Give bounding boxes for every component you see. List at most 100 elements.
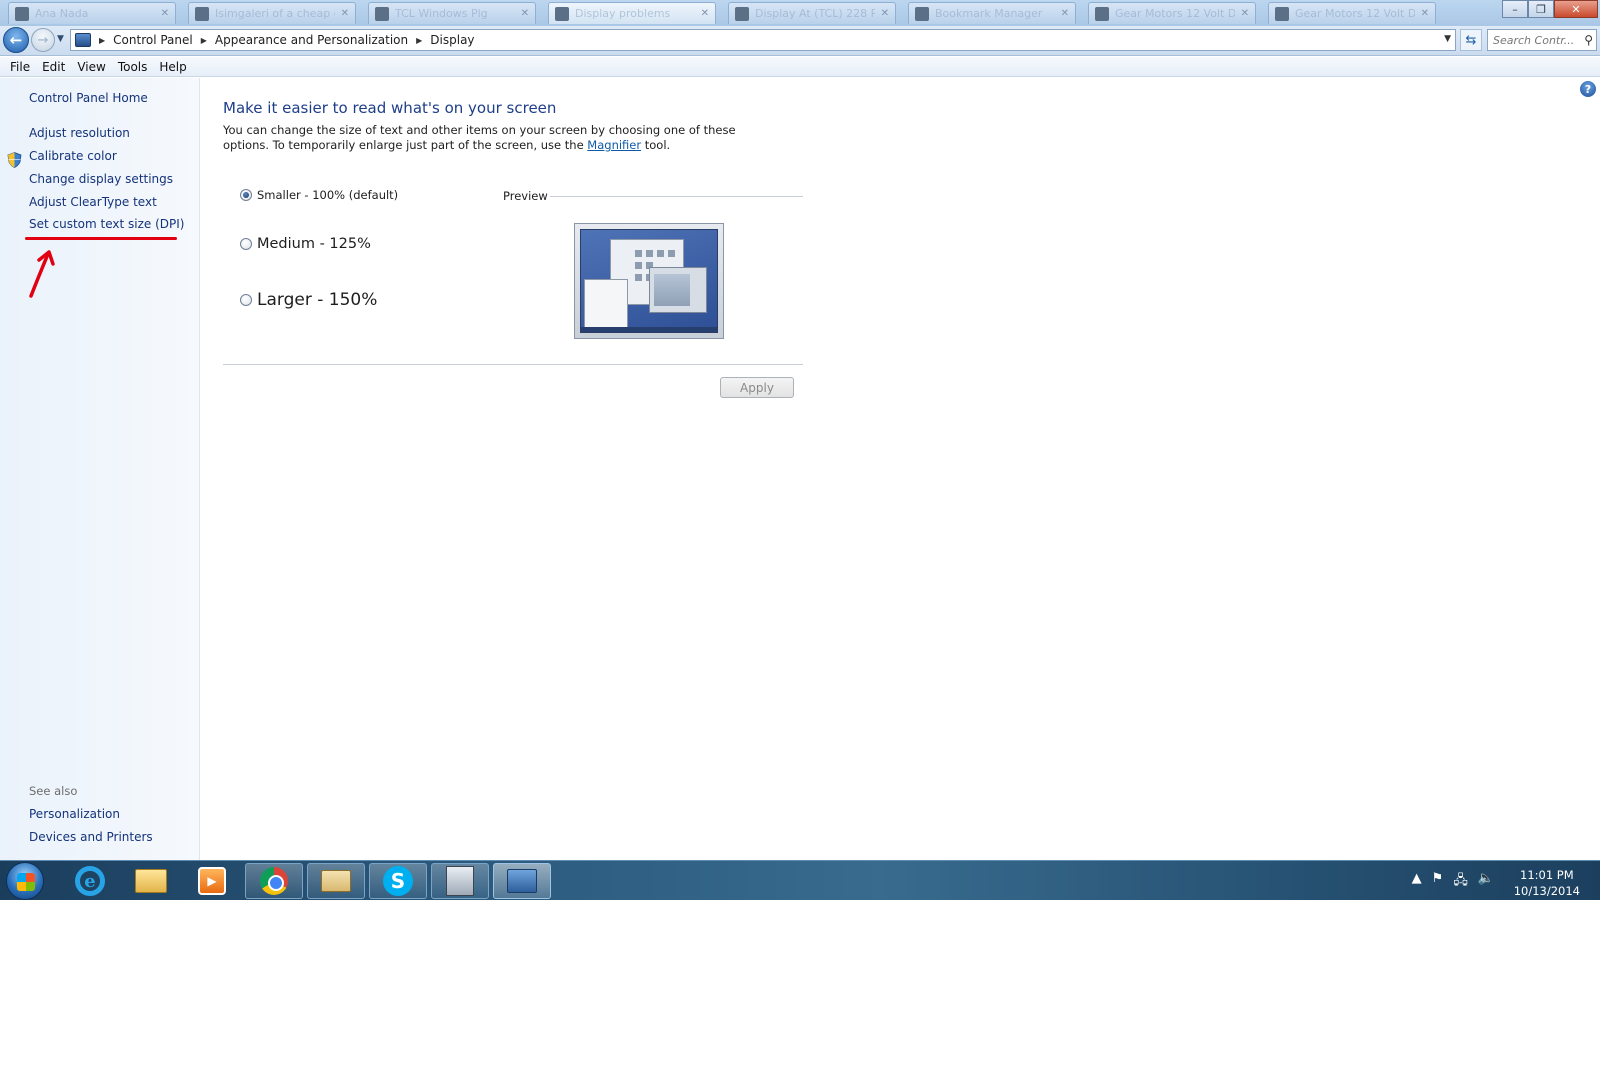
taskbar-skype[interactable]: S <box>369 863 427 899</box>
page-description: You can change the size of text and othe… <box>223 123 783 153</box>
medium-radio[interactable] <box>240 238 252 250</box>
clock-time: 11:01 PM <box>1520 868 1574 882</box>
uac-shield-icon <box>7 152 22 168</box>
menu-file[interactable]: File <box>4 60 36 74</box>
taskbar-explorer[interactable] <box>307 863 365 899</box>
search-input[interactable]: Search Contr... ⚲ <box>1487 29 1597 51</box>
tab-label: Gear Motors 12 Volt Dc <box>1295 7 1415 20</box>
option-label: Larger - 150% <box>257 290 378 310</box>
apply-button[interactable]: Apply <box>720 377 794 398</box>
taskbar-media-player[interactable]: ▶ <box>183 863 241 899</box>
adjust-resolution-link[interactable]: Adjust resolution <box>29 126 130 140</box>
breadcrumb-arrow-icon[interactable]: ▶ <box>416 36 422 45</box>
search-icon[interactable]: ⚲ <box>1584 33 1593 47</box>
refresh-button[interactable]: ⇆ <box>1460 29 1482 51</box>
menu-tools[interactable]: Tools <box>112 60 154 74</box>
tab-close-icon[interactable]: ✕ <box>161 8 169 19</box>
volume-icon[interactable]: 🔈 <box>1478 871 1494 893</box>
tab-close-icon[interactable]: ✕ <box>1061 8 1069 19</box>
tab-label: Display At (TCL) 228 P <box>755 7 875 20</box>
calibrate-color-link[interactable]: Calibrate color <box>29 149 117 163</box>
personalization-link[interactable]: Personalization <box>29 807 120 821</box>
page-favicon-icon <box>1095 6 1109 21</box>
tab-8[interactable]: Gear Motors 12 Volt Dc ✕ <box>1268 2 1436 24</box>
tab-close-icon[interactable]: ✕ <box>341 8 349 19</box>
media-player-icon: ▶ <box>198 867 226 895</box>
taskbar-internet-explorer[interactable]: e <box>61 863 119 899</box>
tab-close-icon[interactable]: ✕ <box>1421 8 1429 19</box>
tab-close-icon[interactable]: ✕ <box>521 8 529 19</box>
smaller-radio[interactable] <box>240 189 252 201</box>
taskbar-setup[interactable] <box>431 863 489 899</box>
close-button[interactable]: ✕ <box>1554 0 1598 18</box>
page-favicon-icon <box>735 6 749 21</box>
minimize-button[interactable]: – <box>1502 0 1528 18</box>
preview-screen <box>580 229 718 333</box>
taskbar-libraries[interactable] <box>122 863 180 899</box>
breadcrumb-arrow-icon[interactable]: ▶ <box>201 36 207 45</box>
start-button[interactable] <box>6 862 44 900</box>
tab-close-icon[interactable]: ✕ <box>881 8 889 19</box>
control-panel-home-link[interactable]: Control Panel Home <box>29 91 148 105</box>
larger-radio[interactable] <box>240 294 252 306</box>
control-panel-icon <box>75 33 91 47</box>
tab-close-icon[interactable]: ✕ <box>701 8 709 19</box>
network-icon[interactable]: 🖧 <box>1453 871 1468 893</box>
option-label: Smaller - 100% (default) <box>257 188 399 202</box>
windows-logo-icon <box>17 873 35 891</box>
breadcrumb-appearance[interactable]: Appearance and Personalization <box>215 33 408 47</box>
menu-help[interactable]: Help <box>153 60 192 74</box>
forward-button[interactable]: → <box>31 28 55 52</box>
magnifier-link[interactable]: Magnifier <box>587 138 641 152</box>
help-icon[interactable]: ? <box>1580 81 1596 97</box>
option-label: Medium - 125% <box>257 236 371 252</box>
tab-6[interactable]: Bookmark Manager ✕ <box>908 2 1076 24</box>
preview-window <box>649 267 707 313</box>
tab-7[interactable]: Gear Motors 12 Volt Dc ✕ <box>1088 2 1256 24</box>
tab-3[interactable]: TCL Windows Plg ✕ <box>368 2 536 24</box>
menu-edit[interactable]: Edit <box>36 60 71 74</box>
browser-tab-strip: Ana Nada ✕ Isimgaleri of a cheap da ✕ TC… <box>0 0 1600 26</box>
clock-date: 10/13/2014 <box>1513 884 1580 898</box>
page-favicon-icon <box>375 6 389 21</box>
tab-1[interactable]: Ana Nada ✕ <box>8 2 176 24</box>
breadcrumb-display[interactable]: Display <box>430 33 474 47</box>
menu-bar: File Edit View Tools Help <box>0 57 1600 77</box>
action-center-flag-icon[interactable]: ⚑ <box>1432 871 1444 893</box>
folder-icon <box>135 869 167 893</box>
show-hidden-icons-icon[interactable]: ▲ <box>1412 871 1422 893</box>
skype-icon: S <box>383 866 413 896</box>
setup-icon <box>446 866 474 896</box>
address-dropdown-icon[interactable]: ▼ <box>1444 34 1451 44</box>
control-panel-icon <box>507 869 537 893</box>
address-bar[interactable]: ▶ Control Panel ▶ Appearance and Persona… <box>70 29 1456 51</box>
option-larger[interactable]: Larger - 150% <box>240 290 377 310</box>
system-clock[interactable]: 11:01 PM 10/13/2014 <box>1514 867 1580 899</box>
tab-5[interactable]: Display At (TCL) 228 P ✕ <box>728 2 896 24</box>
maximize-button[interactable]: ❐ <box>1528 0 1554 18</box>
taskbar-control-panel[interactable] <box>493 863 551 899</box>
breadcrumb-arrow-icon[interactable]: ▶ <box>99 36 105 45</box>
page-favicon-icon <box>15 6 29 21</box>
preview-label: Preview <box>503 189 548 203</box>
tab-4[interactable]: Display problems ✕ <box>548 2 716 24</box>
option-smaller[interactable]: Smaller - 100% (default) <box>240 188 398 202</box>
tab-label: Ana Nada <box>35 7 89 20</box>
search-placeholder: Search Contr... <box>1493 33 1575 47</box>
annotation-underline <box>25 237 177 240</box>
breadcrumb-control-panel[interactable]: Control Panel <box>113 33 193 47</box>
option-medium[interactable]: Medium - 125% <box>240 236 371 252</box>
adjust-cleartype-link[interactable]: Adjust ClearType text <box>29 195 157 209</box>
menu-view[interactable]: View <box>71 60 111 74</box>
back-button[interactable]: ← <box>3 27 29 53</box>
change-display-settings-link[interactable]: Change display settings <box>29 172 173 186</box>
taskbar-chrome[interactable] <box>245 863 303 899</box>
devices-and-printers-link[interactable]: Devices and Printers <box>29 830 153 844</box>
tab-2[interactable]: Isimgaleri of a cheap da ✕ <box>188 2 356 24</box>
recent-pages-dropdown-icon[interactable]: ▼ <box>57 34 64 44</box>
file-explorer-icon <box>321 870 351 892</box>
tab-close-icon[interactable]: ✕ <box>1241 8 1249 19</box>
windows-taskbar: e ▶ S ▲ ⚑ 🖧 🔈 11:01 PM 10/13/2014 <box>0 860 1600 900</box>
task-pane: Control Panel Home Adjust resolution Cal… <box>0 78 200 860</box>
set-custom-text-size-link[interactable]: Set custom text size (DPI) <box>29 217 184 231</box>
